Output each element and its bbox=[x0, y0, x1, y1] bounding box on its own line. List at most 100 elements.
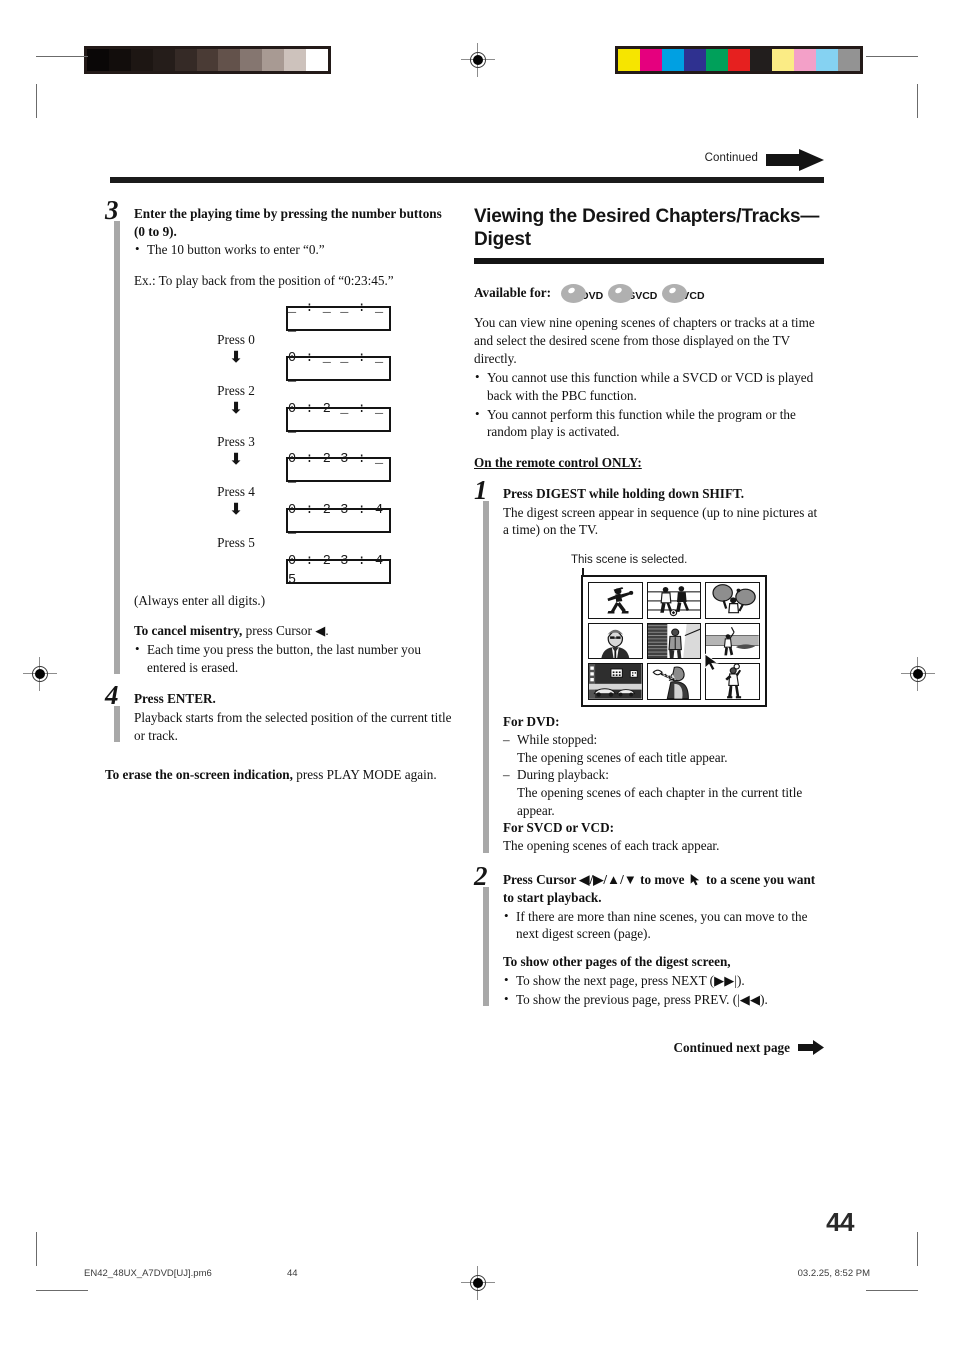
gray-swatch bbox=[218, 49, 241, 71]
step-1-title: Press DIGEST while holding down SHIFT. bbox=[503, 485, 745, 501]
list-item: To show the previous page, press PREV. (… bbox=[503, 990, 824, 1009]
footer-file-name: EN42_48UX_A7DVD[UJ].pm6 bbox=[84, 1268, 212, 1279]
list-item-sub: The opening scenes of each chapter in th… bbox=[517, 785, 803, 818]
header-rule bbox=[110, 177, 824, 183]
down-arrow-icon-1: ⬇ bbox=[229, 350, 243, 367]
header-continued-label: Continued bbox=[704, 152, 758, 164]
section-intro: You can view nine opening scenes of chap… bbox=[474, 315, 815, 367]
color-swatch bbox=[684, 49, 706, 71]
for-svcd-text: The opening scenes of each track appear. bbox=[503, 838, 720, 854]
list-item: Each time you press the button, the last… bbox=[134, 640, 455, 676]
section-title-line2: Digest bbox=[474, 229, 531, 251]
digest-thumbnail-soccer-players[interactable] bbox=[646, 582, 702, 619]
gray-swatch bbox=[87, 49, 109, 71]
step-4-text: Playback starts from the selected positi… bbox=[134, 709, 452, 743]
crop-mark-right-lower bbox=[917, 1232, 919, 1266]
continued-next-page-label: Continued next page bbox=[673, 1040, 790, 1055]
press-label-3: Press 4 bbox=[217, 484, 255, 500]
grayscale-calibration-strip bbox=[84, 46, 331, 74]
right-arrow-flag-icon bbox=[766, 149, 824, 171]
step-2-title-part1: Press Cursor ◀/▶/▲/▼ to move bbox=[503, 872, 688, 888]
section-intro-bullets: You cannot use this function while a SVC… bbox=[474, 368, 824, 441]
pointer-arrow-icon bbox=[704, 653, 719, 672]
list-item: During playback: bbox=[503, 766, 824, 784]
digest-thumbnail-grid bbox=[588, 582, 760, 701]
digest-screen-figure: This scene is selected. bbox=[503, 553, 824, 709]
erase-note-rest: press PLAY MODE again. bbox=[292, 767, 437, 783]
gray-swatch bbox=[174, 49, 197, 71]
registration-mark-right bbox=[901, 657, 935, 691]
time-box-0: _ : _ _ : _ _ bbox=[286, 301, 391, 335]
press-label-2: Press 3 bbox=[217, 434, 255, 450]
step-4-title: Press ENTER. bbox=[134, 691, 216, 707]
step-3-number: 3 bbox=[105, 195, 119, 225]
cancel-misentry-bullets: Each time you press the button, the last… bbox=[134, 640, 455, 676]
footer-date: 03.2.25, 8:52 PM bbox=[797, 1268, 870, 1279]
crop-mark-bottom-left bbox=[36, 1290, 88, 1292]
gray-swatch bbox=[284, 49, 307, 71]
time-box-2: 0 : 2 _ : _ _ bbox=[286, 402, 391, 436]
step-2-title: Press Cursor ◀/▶/▲/▼ to move to a scene … bbox=[503, 871, 824, 906]
gray-swatch bbox=[152, 49, 175, 71]
disc-chip-svcd: SVCD bbox=[608, 284, 657, 304]
step-1-bar bbox=[483, 500, 489, 854]
gray-swatch bbox=[196, 49, 219, 71]
page-number: 44 bbox=[826, 1207, 854, 1237]
step-3-bullets: The 10 button works to enter “0.” bbox=[134, 240, 455, 259]
other-pages-bullets: To show the next page, press NEXT (▶▶|).… bbox=[503, 971, 824, 1009]
step-2-bullets: If there are more than nine scenes, you … bbox=[503, 907, 824, 943]
digest-thumbnail-table-tennis[interactable] bbox=[705, 582, 760, 619]
step-3: 3 Enter the playing time by pressing the… bbox=[105, 197, 455, 676]
list-item: While stopped: bbox=[503, 731, 824, 749]
digest-thumbnail-trumpet-player[interactable] bbox=[646, 663, 702, 701]
crop-mark-right-upper bbox=[917, 84, 919, 118]
footer-page-number: 44 bbox=[287, 1268, 298, 1279]
crop-mark-left-lower bbox=[36, 1232, 38, 1266]
available-for-row: Available for: DVD SVCD VCD bbox=[474, 277, 824, 304]
digest-thumbnail-news-anchor[interactable] bbox=[588, 622, 643, 660]
press-label-4: Press 5 bbox=[217, 535, 255, 551]
disc-chip-dvd: DVD bbox=[561, 284, 603, 304]
color-calibration-strip bbox=[615, 46, 863, 74]
color-swatch bbox=[728, 49, 750, 71]
for-svcd-heading: For SVCD or VCD: bbox=[503, 820, 614, 836]
crop-mark-top-right bbox=[866, 56, 918, 58]
left-column: 3 Enter the playing time by pressing the… bbox=[105, 197, 455, 784]
color-swatch bbox=[816, 49, 838, 71]
page-header: Continued bbox=[110, 149, 824, 183]
for-dvd-heading: For DVD: bbox=[503, 714, 560, 730]
digest-thumbnail-baseball-pitcher[interactable] bbox=[588, 582, 643, 619]
list-item: You cannot use this function while a SVC… bbox=[474, 368, 824, 404]
crop-mark-left-upper bbox=[36, 84, 38, 118]
disc-chip-vcd: VCD bbox=[662, 284, 705, 304]
crop-mark-top-left bbox=[36, 56, 88, 58]
crop-mark-bottom-right bbox=[866, 1290, 918, 1292]
step-1-number: 1 bbox=[474, 474, 488, 505]
cancel-misentry-rest: press Cursor ◀. bbox=[242, 622, 329, 638]
time-box-5: 0 : 2 3 : 4 5 bbox=[286, 554, 391, 588]
color-swatch bbox=[706, 49, 728, 71]
time-box-4: 0 : 2 3 : 4 _ bbox=[286, 503, 391, 537]
digest-thumbnail-car-showroom[interactable] bbox=[588, 663, 643, 701]
step-4-bar bbox=[114, 706, 120, 743]
step-2-bar bbox=[483, 887, 489, 1007]
down-arrow-icon-4: ⬇ bbox=[229, 502, 243, 519]
color-swatch bbox=[618, 49, 640, 71]
time-box-3: 0 : 2 3 : _ _ bbox=[286, 452, 391, 486]
color-swatch bbox=[794, 49, 816, 71]
down-arrow-icon-2: ⬇ bbox=[229, 401, 243, 418]
time-entry-diagram: _ : _ _ : _ _ Press 0 ⬇ 0 : _ _ : _ _ Pr… bbox=[134, 301, 455, 588]
digest-screen-frame bbox=[581, 575, 767, 708]
gray-swatch bbox=[240, 49, 263, 71]
step-2: 2 Press Cursor ◀/▶/▲/▼ to move to a scen… bbox=[474, 863, 824, 1009]
digest-thumbnail-street-performer[interactable] bbox=[646, 622, 702, 660]
continued-next-page: Continued next page bbox=[474, 1040, 824, 1056]
right-column: Viewing the Desired Chapters/Tracks— Dig… bbox=[474, 205, 824, 1010]
erase-note-bold: To erase the on-screen indication, bbox=[105, 767, 293, 783]
erase-indication-note: To erase the on-screen indication, press… bbox=[105, 766, 455, 784]
step-1-text: The digest screen appear in sequence (up… bbox=[503, 504, 818, 538]
list-item-sub: The opening scenes of each title appear. bbox=[517, 749, 728, 765]
color-swatch bbox=[772, 49, 794, 71]
step-4-number: 4 bbox=[105, 680, 119, 711]
cancel-misentry-heading: To cancel misentry, bbox=[134, 622, 243, 638]
